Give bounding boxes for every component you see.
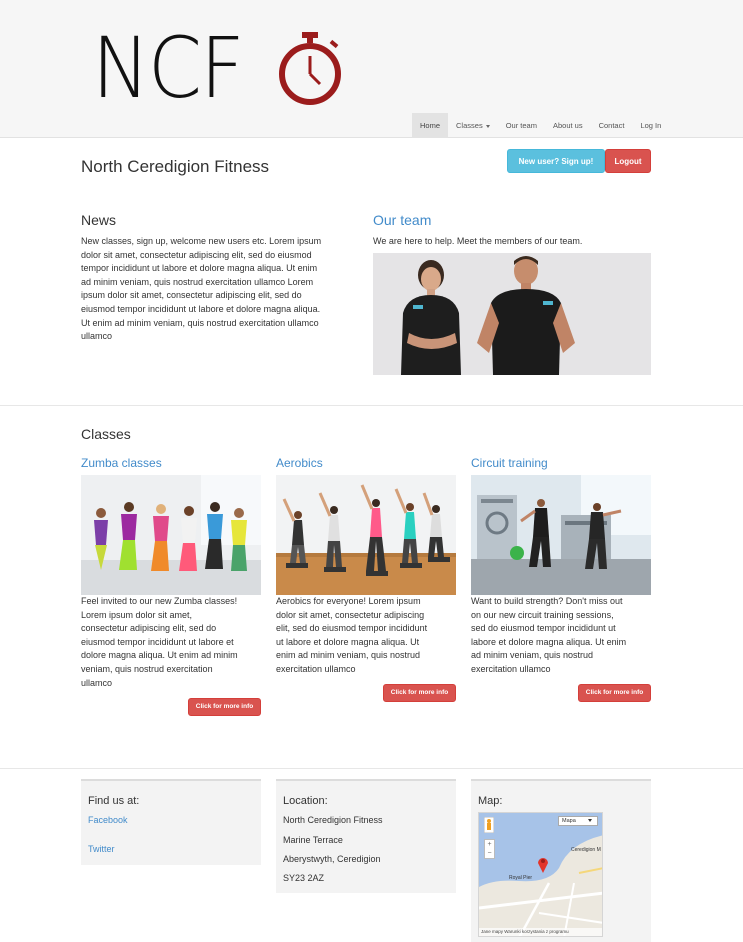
pegman-icon[interactable] [484,817,494,833]
news-heading: News [81,212,117,228]
class-text-line: enim ad minim veniam, quis nostrud [276,650,421,661]
chevron-down-icon [587,819,592,823]
map-label: Royal Pier [509,875,533,881]
section-divider [0,768,743,769]
news-line: ullamco [81,331,113,342]
class-text-line: Aerobics for everyone! Lorem ipsum [276,596,421,606]
map-heading: Map: [478,795,503,807]
zumba-class-text: Feel invited to our new Zumba classes! L… [81,595,265,690]
nav-contact[interactable]: Contact [591,113,633,138]
news-line: eiusmod tempor incididunt ut labore et d… [81,303,321,314]
nav-login[interactable]: Log In [632,113,669,138]
main-nav: Home Classes Our team About us Contact L… [412,113,669,138]
map-data-label: Jane mapy [481,929,504,934]
nav-about-us[interactable]: About us [545,113,591,138]
team-members-image [373,253,651,375]
class-text-line: labore et dolore magna aliqua. Ut enim [471,636,627,647]
facebook-link[interactable]: Facebook [88,815,128,825]
aerobics-class-text: Aerobics for everyone! Lorem ipsum dolor… [276,595,460,677]
class-text-line: exercitation ullamco [276,663,356,674]
map-marker-icon[interactable] [537,855,549,873]
find-us-box: Find us at: Facebook Twitter [81,779,261,865]
google-map[interactable]: Mapa + − Ceredigion M Royal Pier Jane map… [478,812,603,937]
find-us-heading: Find us at: [88,795,140,807]
logout-button[interactable]: Logout [605,149,651,173]
class-text-line: exercitation ullamco [471,663,551,674]
aerobics-class-image [276,475,456,595]
news-line: tempor incididunt ut labore et dolore ma… [81,263,318,274]
class-text-line: ut labore et dolore magna aliqua. Ut [276,636,420,647]
class-text-line: sed do eiusmod tempor incididunt ut [471,623,616,634]
location-box: Location: North Ceredigion Fitness Marin… [276,779,456,893]
nav-home[interactable]: Home [412,113,449,138]
location-line: Marine Terrace [283,835,343,845]
location-line: Aberystwyth, Ceredigion [283,854,381,864]
news-line: Ut enim ad minim veniam, quis nostrud ex… [81,317,319,328]
map-type-label: Mapa [562,818,576,824]
circuit-training-title[interactable]: Circuit training [471,456,548,470]
circuit-training-text: Want to build strength? Don't miss out o… [471,595,655,677]
class-text-line: Want to build strength? Don't miss out [471,596,623,606]
classes-heading: Classes [81,426,131,442]
page-title: North Ceredigion Fitness [81,157,270,176]
class-text-line: veniam, quis nostrud exercitation [81,663,213,674]
map-label: Ceredigion M [571,847,601,853]
twitter-link[interactable]: Twitter [88,844,115,854]
caret-down-icon [485,124,490,128]
circuit-training-image [471,475,651,595]
class-text-line: eiusmod tempor incididunt ut labore et [81,636,234,647]
signup-button[interactable]: New user? Sign up! [507,149,605,173]
zumba-classes-title[interactable]: Zumba classes [81,456,162,470]
section-divider [0,405,743,406]
aerobics-more-info-button[interactable]: Click for more info [383,684,456,702]
news-line: dolor sit amet, consectetur adipiscing e… [81,249,312,260]
our-team-heading[interactable]: Our team [373,212,431,228]
aerobics-title[interactable]: Aerobics [276,456,323,470]
news-line: ad minim veniam, quis nostrud exercitati… [81,276,314,287]
news-line: ipsum dolor sit amet, consectetur adipis… [81,290,302,301]
class-text-line: Feel invited to our new Zumba classes! [81,596,238,606]
class-text-line: dolore magna aliqua. Ut enim ad minim [81,650,238,661]
circuit-training-more-info-button[interactable]: Click for more info [578,684,651,702]
location-line: North Ceredigion Fitness [283,815,383,825]
nav-our-team[interactable]: Our team [498,113,545,138]
class-text-line: elit, sed do eiusmod tempor incididunt [276,623,428,634]
class-text-line: ullamco [81,677,113,688]
location-heading: Location: [283,795,328,807]
zumba-more-info-button[interactable]: Click for more info [188,698,261,716]
news-line: New classes, sign up, welcome new users … [81,236,322,246]
map-tiles [479,813,602,936]
stopwatch-icon [279,32,341,105]
map-terms-label: Warunki korzystania z programu [504,929,569,934]
nav-classes[interactable]: Classes [448,113,498,138]
location-line: SY23 2AZ [283,873,325,883]
class-text-line: ad minim veniam, quis nostrud [471,650,594,661]
class-text-line: dolor sit amet, consectetur adipiscing [276,609,425,620]
map-zoom-control[interactable]: + − [484,839,495,859]
class-text-line: Lorem ipsum dolor sit amet, [81,609,193,620]
map-type-select[interactable]: Mapa [558,816,598,826]
news-text: New classes, sign up, welcome new users … [81,235,366,344]
ncf-logo[interactable]: NCF [92,19,352,117]
map-attribution[interactable]: Jane mapy Warunki korzystania z programu [479,928,602,936]
class-text-line: consectetur adipiscing elit, sed do [81,623,217,634]
team-text: We are here to help. Meet the members of… [373,236,583,246]
zumba-class-image [81,475,261,595]
logo-text: NCF [92,19,245,117]
site-header: NCF Home Classes Our team About us Conta… [0,0,743,138]
nav-classes-label: Classes [456,121,483,130]
team-photo [373,253,651,375]
class-text-line: on our new circuit training sessions, [471,609,614,620]
